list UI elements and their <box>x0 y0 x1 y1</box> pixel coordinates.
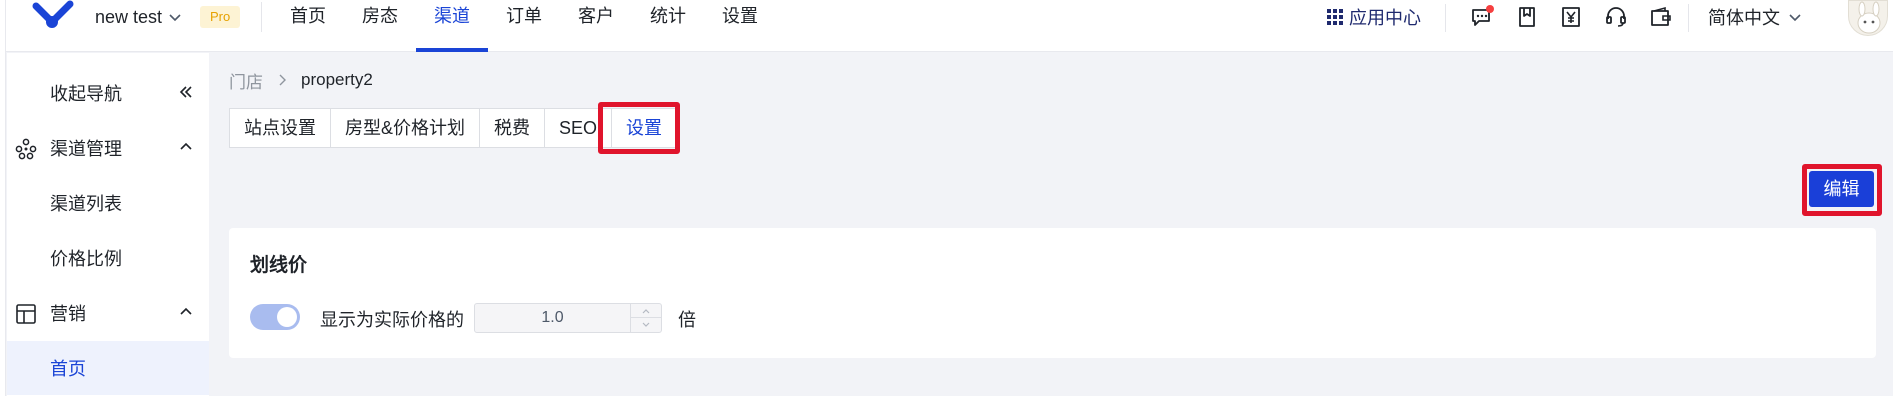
sidebar-group-label: 渠道管理 <box>50 139 122 159</box>
nav-item-customers[interactable]: 客户 <box>560 0 632 52</box>
top-bar: new test Pro 首页 房态 渠道 订单 客户 统计 设置 应用中心 简… <box>0 0 1893 52</box>
highlight-box-edit-button <box>1802 164 1882 216</box>
language-label: 简体中文 <box>1708 8 1780 28</box>
plan-badge: Pro <box>200 6 241 28</box>
nav-item-channel[interactable]: 渠道 <box>416 0 488 52</box>
wallet-icon[interactable] <box>1649 5 1673 29</box>
chevron-up-icon <box>642 308 650 313</box>
headset-icon[interactable] <box>1604 5 1628 29</box>
chevron-up-icon <box>180 307 192 315</box>
breadcrumb: 门店 property2 <box>229 68 373 92</box>
left-edge <box>0 0 6 396</box>
double-chevron-left-icon <box>179 86 192 98</box>
message-icon[interactable] <box>1470 5 1494 29</box>
sidebar-collapse-toggle[interactable]: 收起导航 <box>7 66 209 120</box>
marketing-icon <box>16 304 36 324</box>
tab-room-rate-plan[interactable]: 房型&价格计划 <box>331 109 481 147</box>
stepper-arrows <box>630 304 661 332</box>
tab-site-settings[interactable]: 站点设置 <box>230 109 331 147</box>
nav-item-orders[interactable]: 订单 <box>488 0 560 52</box>
stepper-decrement[interactable] <box>631 318 661 332</box>
sidebar-group-channel[interactable]: 渠道管理 <box>7 121 209 175</box>
payment-icon[interactable] <box>1559 5 1583 29</box>
chevron-down-icon <box>642 322 650 327</box>
nav-item-home[interactable]: 首页 <box>272 0 344 52</box>
account-switcher[interactable]: new test <box>95 5 182 29</box>
toolbar-divider <box>1688 4 1689 32</box>
breadcrumb-store-link[interactable]: 门店 <box>229 68 263 93</box>
sidebar-collapse-label: 收起导航 <box>50 84 122 104</box>
sidebar-group-label: 营销 <box>50 304 86 324</box>
strikethrough-price-toggle[interactable] <box>250 304 300 330</box>
grid-icon <box>1327 9 1343 25</box>
bookmark-icon[interactable] <box>1515 5 1539 29</box>
toolbar-divider <box>1445 4 1446 32</box>
sidebar-item-marketing-home[interactable]: 首页 <box>7 341 209 395</box>
main-nav: 首页 房态 渠道 订单 客户 统计 设置 <box>272 0 776 52</box>
app-center-link[interactable]: 应用中心 <box>1327 4 1421 30</box>
sidebar-item-label: 渠道列表 <box>50 194 122 214</box>
brand-logo-icon[interactable] <box>30 0 76 36</box>
avatar[interactable] <box>1848 0 1888 36</box>
app-center-label: 应用中心 <box>1349 8 1421 28</box>
stepper-increment[interactable] <box>631 304 661 318</box>
toggle-label: 显示为实际价格的 <box>320 310 464 330</box>
nav-item-statistics[interactable]: 统计 <box>632 0 704 52</box>
sidebar-item-label: 价格比例 <box>50 249 122 269</box>
sidebar-group-marketing[interactable]: 营销 <box>7 286 209 340</box>
sidebar: 收起导航 渠道管理 渠道列表 价格比例 营销 首页 <box>7 53 209 396</box>
channel-icon <box>15 138 37 160</box>
multiplier-input[interactable]: 1.0 <box>475 304 630 332</box>
highlight-box-settings-tab <box>598 102 680 154</box>
sidebar-item-label: 首页 <box>50 359 86 379</box>
account-name: new test <box>95 6 163 27</box>
breadcrumb-current: property2 <box>301 70 373 89</box>
multiplier-suffix: 倍 <box>678 310 696 330</box>
multiplier-stepper[interactable]: 1.0 <box>474 303 662 333</box>
nav-item-room-status[interactable]: 房态 <box>344 0 416 52</box>
chevron-down-icon <box>169 14 181 22</box>
strikethrough-price-card: 划线价 显示为实际价格的 1.0 倍 <box>229 228 1876 358</box>
card-title: 划线价 <box>250 255 308 276</box>
tab-taxes[interactable]: 税费 <box>480 109 546 147</box>
chevron-right-icon <box>279 74 286 86</box>
avatar-illustration-icon <box>1857 1 1881 34</box>
chevron-up-icon <box>180 142 192 150</box>
language-switcher[interactable]: 简体中文 <box>1708 4 1802 30</box>
chevron-down-icon <box>1789 14 1801 22</box>
toggle-knob <box>277 307 297 327</box>
sidebar-item-channel-list[interactable]: 渠道列表 <box>7 176 209 230</box>
nav-item-settings[interactable]: 设置 <box>704 0 776 52</box>
sidebar-item-price-ratio[interactable]: 价格比例 <box>7 231 209 285</box>
nav-divider <box>261 2 262 32</box>
